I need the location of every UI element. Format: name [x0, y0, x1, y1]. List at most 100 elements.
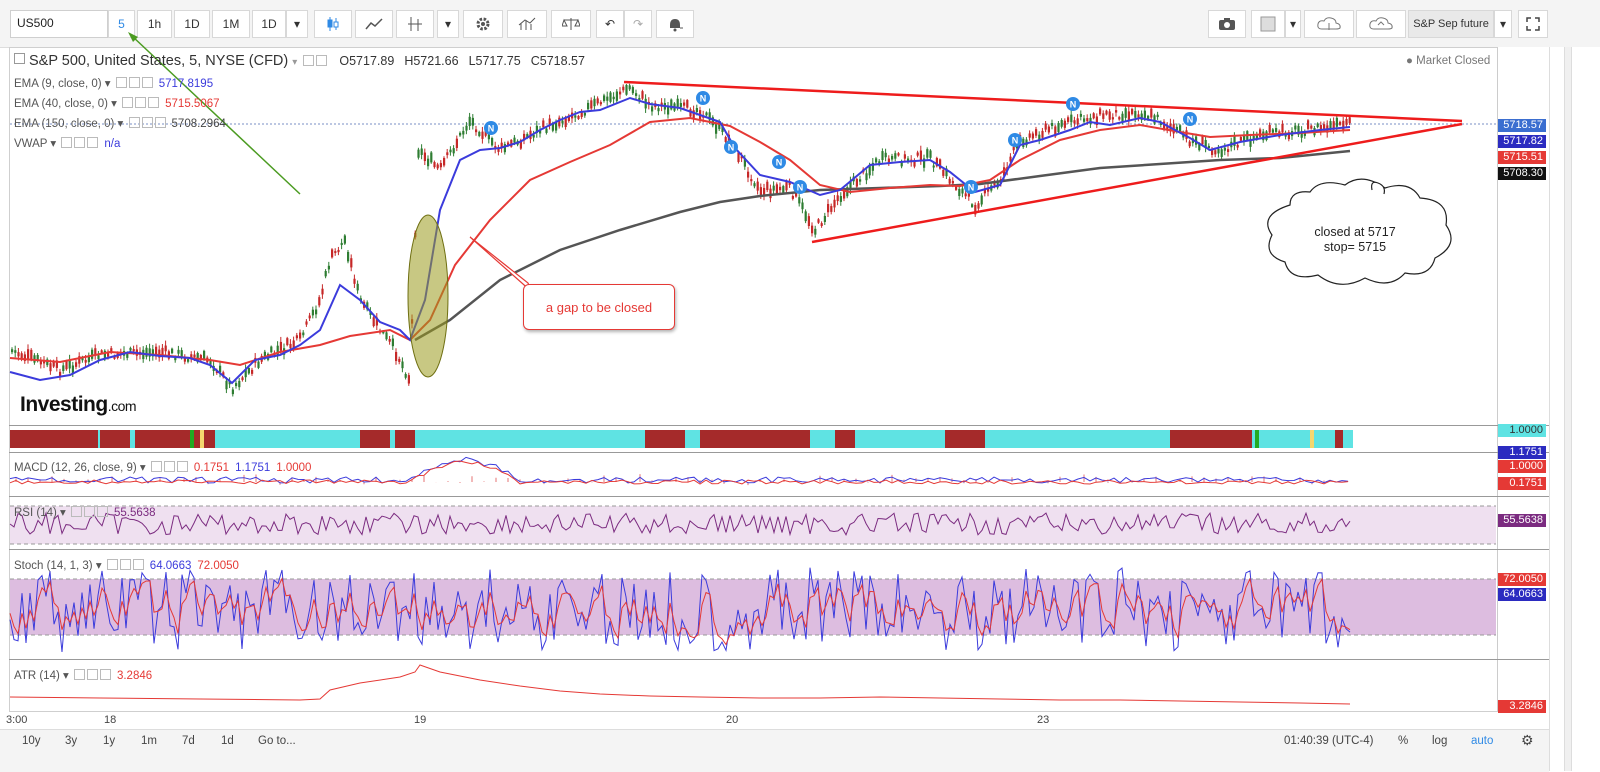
- range-10y-button[interactable]: 10y: [22, 735, 41, 747]
- eye-icon[interactable]: [128, 117, 140, 128]
- range-1d-button[interactable]: 1d: [221, 735, 234, 747]
- investing-logo: Investing.com: [20, 393, 137, 417]
- candle-body: [756, 181, 759, 191]
- candle-body: [455, 138, 458, 148]
- auto-scale-toggle[interactable]: auto: [1471, 735, 1493, 747]
- candle-body: [420, 148, 423, 155]
- pane-divider[interactable]: [9, 659, 1549, 660]
- range-1y-button[interactable]: 1y: [103, 735, 115, 747]
- candle-body: [62, 365, 65, 371]
- close-icon[interactable]: [148, 97, 160, 108]
- vwap-legend[interactable]: VWAP ▾ n/a: [14, 136, 120, 150]
- eye-icon[interactable]: [122, 97, 134, 108]
- candle-body: [1063, 120, 1066, 128]
- svg-text:N: N: [968, 183, 975, 193]
- candle-body: [126, 353, 129, 358]
- candle-body: [631, 87, 634, 94]
- candle-body: [407, 375, 410, 384]
- candle-body: [1124, 108, 1127, 118]
- eye-icon[interactable]: [150, 461, 162, 472]
- eye-icon[interactable]: [73, 669, 85, 680]
- close-icon[interactable]: [141, 77, 153, 88]
- eye-icon[interactable]: [61, 137, 73, 148]
- strip-block: [645, 430, 685, 448]
- candle-body: [164, 345, 167, 352]
- pane-divider[interactable]: [9, 452, 1549, 453]
- candle-body: [1134, 110, 1137, 118]
- visibility-toggle-icon[interactable]: [303, 55, 315, 66]
- clock-timezone[interactable]: 01:40:39 (UTC-4): [1284, 735, 1373, 747]
- candle-body: [891, 155, 894, 160]
- close-icon[interactable]: [87, 137, 99, 148]
- candle-body: [452, 148, 455, 154]
- range-1m-button[interactable]: 1m: [141, 735, 157, 747]
- settings-gear-icon[interactable]: ⚙: [1521, 732, 1534, 749]
- percent-scale-toggle[interactable]: %: [1398, 735, 1408, 747]
- pane-divider[interactable]: [9, 549, 1549, 550]
- candle-body: [324, 270, 327, 277]
- stoch-legend[interactable]: Stoch (14, 1, 3) ▾ 64.0663 72.0050: [14, 558, 239, 572]
- candle-body: [1265, 131, 1268, 141]
- eye-icon[interactable]: [115, 77, 127, 88]
- macd-legend[interactable]: MACD (12, 26, close, 9) ▾ 0.1751 1.1751 1.…: [14, 460, 311, 474]
- pane-divider[interactable]: [9, 425, 1549, 426]
- candle-body: [1348, 117, 1351, 124]
- candle-body: [1153, 115, 1156, 124]
- settings-small-icon[interactable]: [316, 55, 328, 66]
- atr-value-tag: 3.2846: [1498, 700, 1546, 713]
- gear-icon[interactable]: [128, 77, 140, 88]
- candle-body: [446, 152, 449, 156]
- candle-body: [1108, 111, 1111, 120]
- candle-body: [1115, 110, 1118, 113]
- candle-body: [193, 354, 196, 358]
- stoch-label: Stoch (14, 1, 3): [14, 560, 93, 572]
- gear-icon[interactable]: [86, 669, 98, 680]
- gear-icon[interactable]: [74, 137, 86, 148]
- ema150-price-tag: 5708.30: [1498, 167, 1546, 180]
- candle-body: [471, 117, 474, 126]
- candle-body: [417, 149, 420, 158]
- gear-icon[interactable]: [84, 506, 95, 517]
- pane-divider[interactable]: [9, 496, 1549, 497]
- cloud-callout-text[interactable]: closed at 5717 stop= 5715: [1290, 225, 1420, 255]
- candle-body: [833, 199, 836, 208]
- candle-body: [615, 91, 618, 101]
- candle-body: [881, 151, 884, 161]
- ema150-legend[interactable]: EMA (150, close, 0) ▾ 5708.2964: [14, 116, 226, 130]
- gear-icon[interactable]: [135, 97, 147, 108]
- macd-value: 0.1751: [193, 462, 230, 474]
- candle-body: [1102, 113, 1105, 119]
- close-icon[interactable]: [97, 506, 108, 517]
- close-icon[interactable]: [176, 461, 188, 472]
- gear-icon[interactable]: [141, 117, 153, 128]
- range-3y-button[interactable]: 3y: [65, 735, 77, 747]
- cloud-line-2: stop= 5715: [1323, 240, 1387, 254]
- candle-body: [606, 96, 609, 101]
- candle-body: [811, 225, 814, 234]
- candle-body: [404, 373, 407, 378]
- candle-body: [430, 152, 433, 163]
- gear-icon[interactable]: [119, 559, 131, 570]
- atr-legend[interactable]: ATR (14) ▾ 3.2846: [14, 668, 152, 682]
- goto-date-button[interactable]: Go to...: [258, 735, 296, 747]
- candle-body: [145, 347, 148, 357]
- close-icon[interactable]: [99, 669, 111, 680]
- last-price-tag: 5718.57: [1498, 119, 1546, 132]
- collapse-legend-icon[interactable]: [14, 53, 25, 64]
- candle-body: [625, 84, 628, 95]
- gear-icon[interactable]: [163, 461, 175, 472]
- candle-body: [1239, 136, 1242, 141]
- candle-body: [462, 130, 465, 135]
- upper-trendline: [623, 80, 1463, 123]
- log-scale-toggle[interactable]: log: [1432, 735, 1447, 747]
- close-icon[interactable]: [154, 117, 166, 128]
- range-7d-button[interactable]: 7d: [182, 735, 195, 747]
- rsi-legend[interactable]: RSI (14) ▾ 55.5638: [14, 505, 156, 519]
- close-icon[interactable]: [132, 559, 144, 570]
- title-chevron-down-icon[interactable]: ▾: [292, 57, 297, 68]
- ema9-legend[interactable]: EMA (9, close, 0) ▾ 5717.8195: [14, 76, 213, 90]
- eye-icon[interactable]: [106, 559, 118, 570]
- eye-icon[interactable]: [71, 506, 82, 517]
- ema40-legend[interactable]: EMA (40, close, 0) ▾ 5715.5067: [14, 96, 220, 110]
- gap-callout[interactable]: a gap to be closed: [523, 284, 675, 330]
